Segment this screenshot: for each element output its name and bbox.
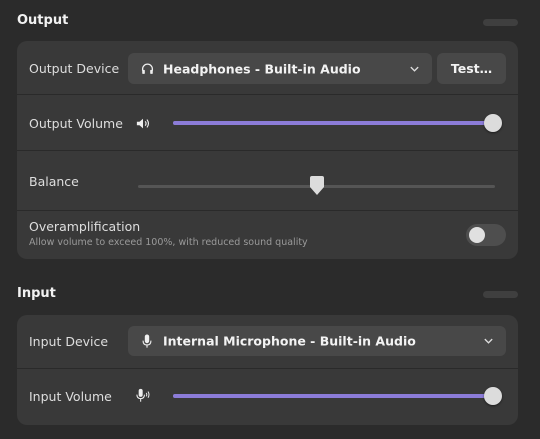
output-device-row: Output Device Headphones - Built-in Audi… bbox=[17, 41, 518, 95]
output-device-label: Output Device bbox=[29, 61, 120, 76]
input-device-row: Input Device Internal Microphone - Built… bbox=[17, 315, 518, 369]
headphones-icon bbox=[141, 62, 154, 75]
balance-row: Balance bbox=[17, 151, 518, 211]
speaker-icon[interactable] bbox=[136, 117, 150, 130]
input-volume-slider[interactable] bbox=[173, 386, 502, 406]
output-volume-label: Output Volume bbox=[29, 116, 123, 131]
output-device-value: Headphones - Built-in Audio bbox=[163, 61, 361, 76]
input-volume-row: Input Volume bbox=[17, 369, 518, 425]
balance-knob[interactable] bbox=[308, 176, 326, 196]
balance-slider[interactable] bbox=[138, 176, 495, 196]
input-card: Input Device Internal Microphone - Built… bbox=[17, 315, 518, 425]
input-device-label: Input Device bbox=[29, 334, 109, 349]
input-volume-knob[interactable] bbox=[484, 387, 502, 405]
input-volume-label: Input Volume bbox=[29, 389, 112, 404]
test-button[interactable]: Test… bbox=[437, 53, 506, 84]
input-section-title: Input bbox=[17, 286, 56, 301]
input-device-dropdown[interactable]: Internal Microphone - Built-in Audio bbox=[128, 326, 506, 356]
overamplification-description: Allow volume to exceed 100%, with reduce… bbox=[29, 237, 308, 248]
microphone-icon bbox=[141, 334, 153, 348]
overamplification-toggle[interactable] bbox=[466, 224, 506, 246]
output-section-title: Output bbox=[17, 13, 69, 28]
output-volume-knob[interactable] bbox=[484, 114, 502, 132]
balance-label: Balance bbox=[29, 174, 79, 189]
chevron-down-icon bbox=[483, 336, 494, 347]
sound-settings-page: Output Output Device Headphones - Built-… bbox=[0, 0, 540, 439]
input-device-value: Internal Microphone - Built-in Audio bbox=[163, 333, 416, 349]
input-volume-fill bbox=[173, 394, 493, 398]
output-device-dropdown[interactable]: Headphones - Built-in Audio bbox=[128, 53, 432, 84]
output-section-pill bbox=[483, 19, 518, 26]
output-volume-fill bbox=[173, 121, 493, 125]
input-section-pill bbox=[483, 291, 518, 298]
chevron-down-icon bbox=[409, 63, 420, 74]
overamplification-row: Overamplification Allow volume to exceed… bbox=[17, 211, 518, 259]
output-volume-row: Output Volume bbox=[17, 95, 518, 151]
overamplification-toggle-knob bbox=[469, 227, 485, 243]
microphone-sensitivity-icon[interactable] bbox=[136, 388, 152, 403]
output-volume-slider[interactable] bbox=[173, 113, 502, 133]
overamplification-label: Overamplification bbox=[29, 219, 141, 234]
output-card: Output Device Headphones - Built-in Audi… bbox=[17, 41, 518, 259]
